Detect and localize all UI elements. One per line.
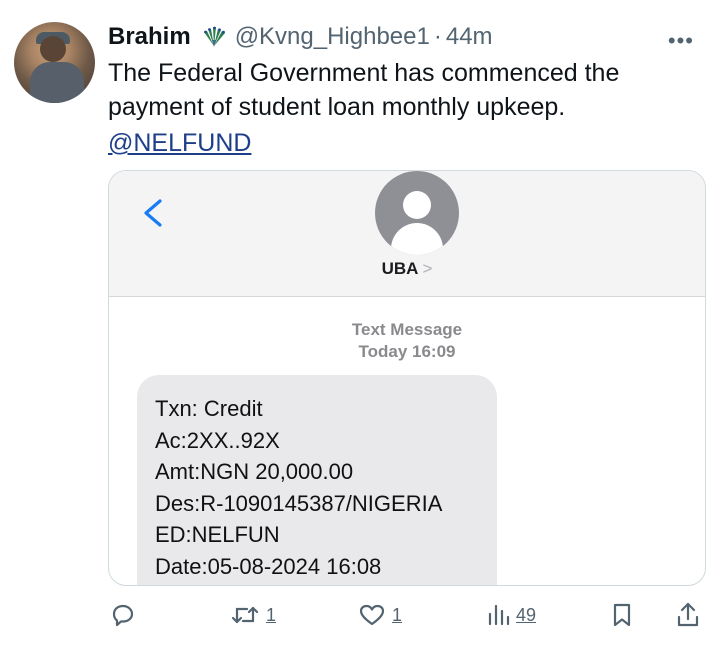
share-icon — [677, 602, 699, 627]
peacock-emoji-icon — [199, 26, 229, 48]
sms-line: Txn: Credit — [155, 396, 263, 421]
retweet-button[interactable]: 1 — [230, 600, 276, 630]
author-name[interactable]: Brahim — [108, 23, 191, 51]
back-chevron-icon — [133, 193, 173, 233]
reply-icon — [112, 604, 134, 627]
contact-name: UBA > — [109, 259, 705, 279]
contact-chevron-icon: > — [422, 259, 433, 278]
views-icon — [488, 604, 510, 626]
message-meta: Text Message Today 16:09 — [109, 319, 705, 363]
sms-line: Ac:2XX..92X — [155, 427, 280, 453]
tweet-action-bar: 1 1 49 — [108, 600, 706, 630]
retweet-count: 1 — [266, 604, 277, 625]
author-handle[interactable]: @Kvng_Highbee1 — [235, 23, 430, 51]
like-button[interactable]: 1 — [358, 600, 402, 630]
tweet-time[interactable]: 44m — [446, 23, 493, 51]
message-type-label: Text Message — [351, 320, 463, 339]
contact-name-label: UBA — [381, 259, 419, 278]
avatar-head — [40, 36, 66, 62]
tweet-text: The Federal Government has commenced the… — [108, 59, 620, 121]
share-button[interactable] — [676, 600, 700, 630]
sms-line: Des:R-1090145387/NIGERIA — [155, 490, 443, 516]
more-options-icon[interactable]: ••• — [668, 28, 694, 54]
tweet-media-image[interactable]: UBA > Text Message Today 16:09 Txn: Credi… — [108, 170, 706, 586]
contact-avatar-icon — [375, 171, 459, 255]
sms-header-bar: UBA > — [109, 171, 705, 297]
tweet-header: Brahim @Kvng_Highbee1 · 44m — [108, 22, 493, 52]
like-count: 1 — [392, 604, 403, 625]
views-button[interactable]: 49 — [486, 600, 536, 630]
author-avatar[interactable] — [14, 22, 95, 103]
avatar-body — [30, 62, 84, 103]
reply-button[interactable] — [110, 600, 136, 630]
sms-line: ED:NELFUN — [155, 522, 280, 547]
mention-link[interactable]: @NELFUND — [108, 126, 251, 160]
bookmark-button[interactable] — [610, 600, 634, 630]
retweet-icon — [231, 606, 259, 624]
sms-bubble: Txn: Credit Ac:2XX..92X Amt:NGN 20,000.0… — [137, 375, 497, 585]
sms-line: Date:05-08-2024 16:08 — [155, 553, 382, 579]
heart-icon — [359, 604, 385, 626]
bookmark-icon — [613, 603, 631, 627]
separator-dot: · — [433, 23, 442, 50]
message-timestamp: Today 16:09 — [358, 342, 456, 361]
sms-line: Amt:NGN 20,000.00 — [155, 459, 354, 484]
views-count: 49 — [516, 604, 537, 625]
